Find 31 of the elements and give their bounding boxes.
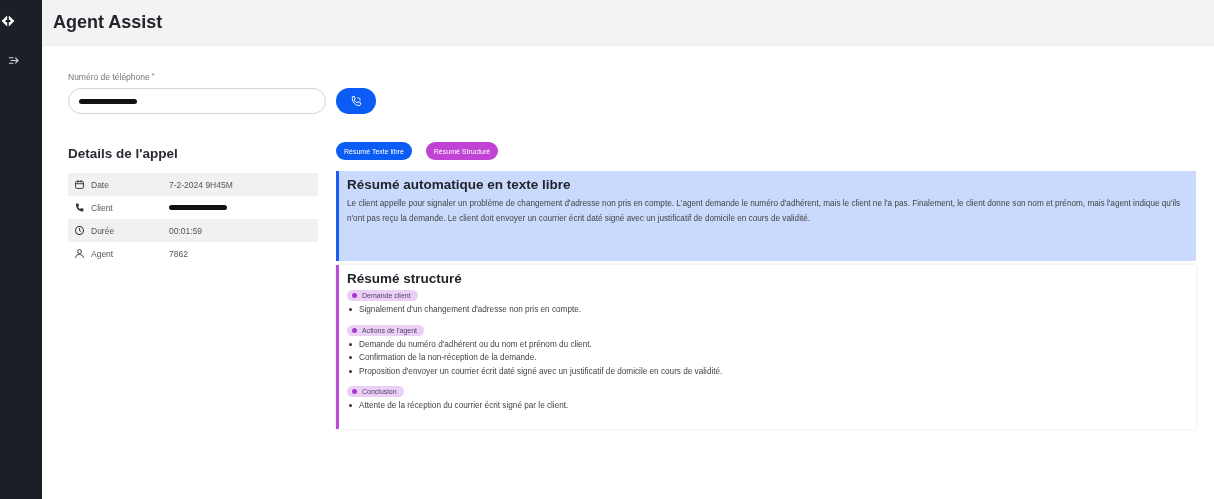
list-item-text: Attente de la réception du courrier écrit signé par le client. (359, 401, 569, 411)
panel-title: Résumé structuré (347, 271, 463, 286)
bullet-icon (349, 404, 352, 408)
bullet-icon (349, 308, 352, 312)
bullet-icon (349, 356, 352, 360)
panel-title: Résumé automatique en texte libre (347, 177, 572, 192)
detail-label: Date (91, 179, 109, 190)
detail-label: Durée (91, 225, 115, 236)
detail-label: Agent (91, 248, 114, 259)
page-title: Agent Assist (53, 12, 163, 33)
list-item-text: Signalement d'un changement d'adresse non pris en compte. (359, 305, 582, 315)
detail-value: 7862 (169, 248, 188, 259)
person-icon (74, 248, 85, 259)
list-item-text: Proposition d'envoyer un courrier écrit daté signé avec un justificatif de domicile en cours de validité. (359, 366, 723, 376)
call-button[interactable] (336, 88, 376, 114)
phone-icon (349, 94, 363, 108)
calendar-icon (74, 179, 85, 190)
logo-icon (0, 13, 16, 29)
detail-label: Client (91, 202, 113, 213)
detail-value: 00:01:59 (169, 225, 203, 236)
list-item-text: Confirmation de la non-réception de la demande. (359, 353, 537, 363)
section-title: Details de l'appel (68, 146, 179, 161)
bullet-icon (349, 369, 352, 373)
phone-icon (74, 202, 85, 213)
summary-text: Le client appelle pour signaler un problème de changement d'adresse non pris en compte. L'agent demande le numéro d'adhérent, mais le client ne l'a pas. Finalement, le client donne son nom et prénom, mais l'agent indique qu'ils n'ont pas reçu la demande. Le client doit envoyer un courrier écrit daté signé avec un justificatif de domicile en cours de validité. (347, 198, 1182, 225)
field-label: Numéro de téléphone (68, 72, 150, 82)
detail-value: 7-2-2024 9H45M (169, 179, 233, 190)
logout-icon[interactable] (8, 55, 19, 66)
list-item-text: Demande du numéro d'adhérent ou du nom et prénom du client. (359, 339, 592, 349)
clock-icon (74, 225, 85, 236)
bullet-icon (349, 342, 352, 346)
